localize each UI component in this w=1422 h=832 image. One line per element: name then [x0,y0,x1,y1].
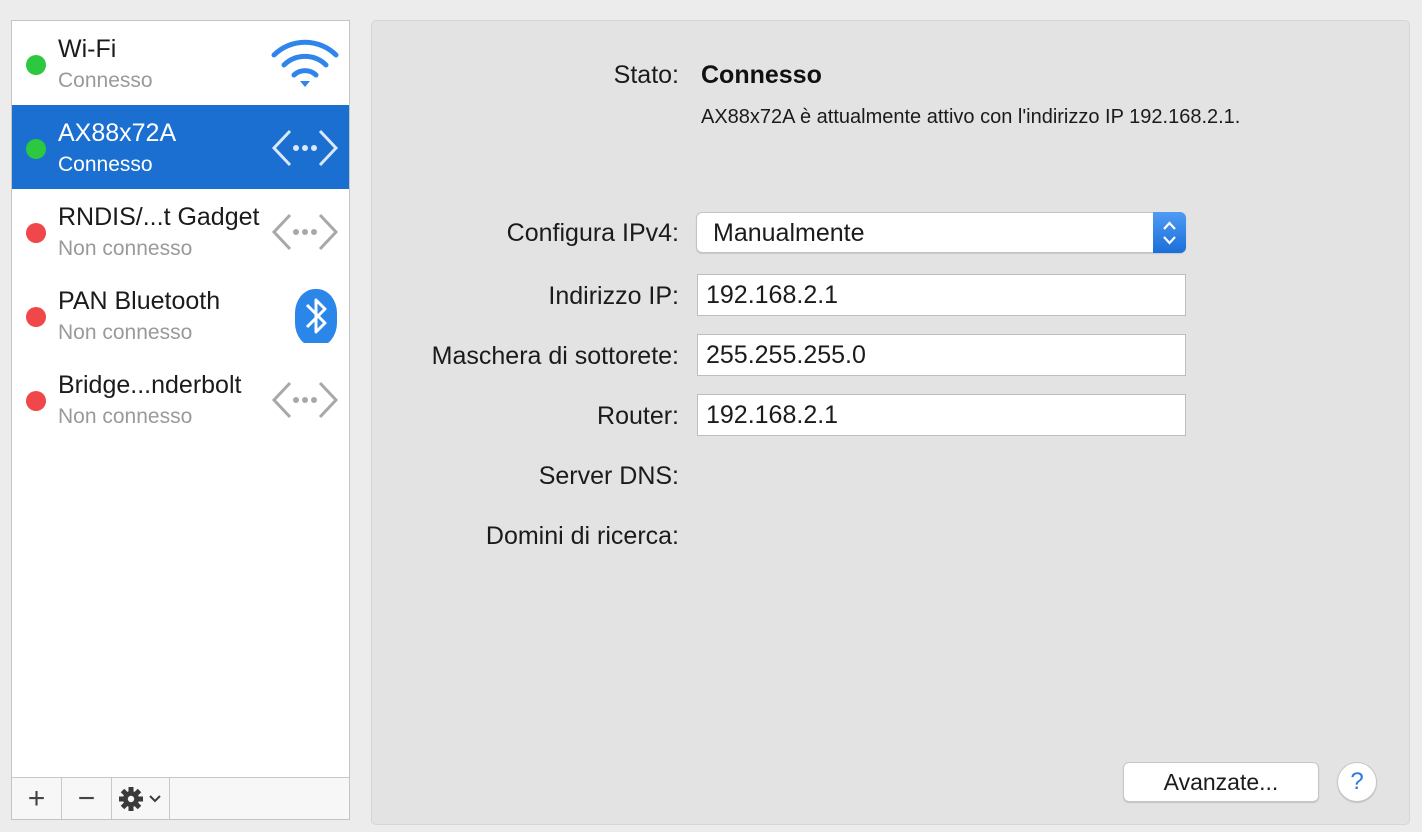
service-sidebar: Wi-Fi Connesso AX88x72A Connesso RNDIS/.… [11,20,350,820]
status-dot-connected [26,139,46,159]
dns-server-label: Server DNS: [538,462,679,490]
configure-ipv4-select[interactable]: Manualmente [696,212,1186,253]
chevron-updown-icon [1163,221,1176,245]
subnet-mask-field[interactable] [697,334,1186,376]
service-name: Wi-Fi [58,35,117,63]
status-dot-disconnected [26,307,46,327]
status-description: AX88x72A è attualmente attivo con l'indi… [701,106,1241,128]
ethernet-icon [271,129,339,167]
add-service-button[interactable]: + [12,778,62,819]
service-item-rndis[interactable]: RNDIS/...t Gadget Non connesso [12,189,349,273]
service-status: Non connesso [58,405,193,428]
status-value: Connesso [701,61,822,89]
service-name: Bridge...nderbolt [58,371,242,399]
status-label: Stato: [613,61,679,89]
status-dot-connected [26,55,46,75]
ip-address-label: Indirizzo IP: [548,282,679,310]
service-list: Wi-Fi Connesso AX88x72A Connesso RNDIS/.… [12,21,349,441]
router-label: Router: [597,402,679,430]
status-dot-disconnected [26,223,46,243]
status-dot-disconnected [26,391,46,411]
select-stepper [1153,212,1186,253]
subnet-mask-input[interactable] [698,335,1185,375]
action-menu-button[interactable] [112,778,170,819]
network-detail-panel: Stato: Connesso AX88x72A è attualmente a… [371,20,1410,825]
minus-icon: − [77,781,96,815]
service-list-toolbar: + − [12,777,349,819]
service-item-bridge-thunderbolt[interactable]: Bridge...nderbolt Non connesso [12,357,349,441]
gear-icon [118,786,161,811]
configure-ipv4-label: Configura IPv4: [506,219,679,247]
service-name: PAN Bluetooth [58,287,221,315]
bluetooth-icon [295,289,337,343]
configure-ipv4-value: Manualmente [713,219,865,247]
plus-icon: + [27,781,46,815]
ip-address-input[interactable] [698,275,1185,315]
service-status: Non connesso [58,321,193,344]
router-input[interactable] [698,395,1185,435]
search-domains-label: Domini di ricerca: [485,522,679,550]
service-status: Non connesso [58,237,193,260]
ip-address-field[interactable] [697,274,1186,316]
advanced-button[interactable]: Avanzate... [1123,762,1319,802]
help-button[interactable]: ? [1337,762,1377,802]
ethernet-icon [271,381,339,419]
service-status: Connesso [58,69,153,92]
remove-service-button[interactable]: − [62,778,112,819]
wifi-icon [271,39,339,87]
service-name: AX88x72A [58,119,177,147]
service-item-ax88x72a[interactable]: AX88x72A Connesso [12,105,349,189]
service-item-wifi[interactable]: Wi-Fi Connesso [12,21,349,105]
subnet-mask-label: Maschera di sottorete: [431,342,679,370]
service-item-pan-bluetooth[interactable]: PAN Bluetooth Non connesso [12,273,349,357]
ethernet-icon [271,213,339,251]
service-status: Connesso [58,153,153,176]
router-field[interactable] [697,394,1186,436]
service-name: RNDIS/...t Gadget [58,203,260,231]
